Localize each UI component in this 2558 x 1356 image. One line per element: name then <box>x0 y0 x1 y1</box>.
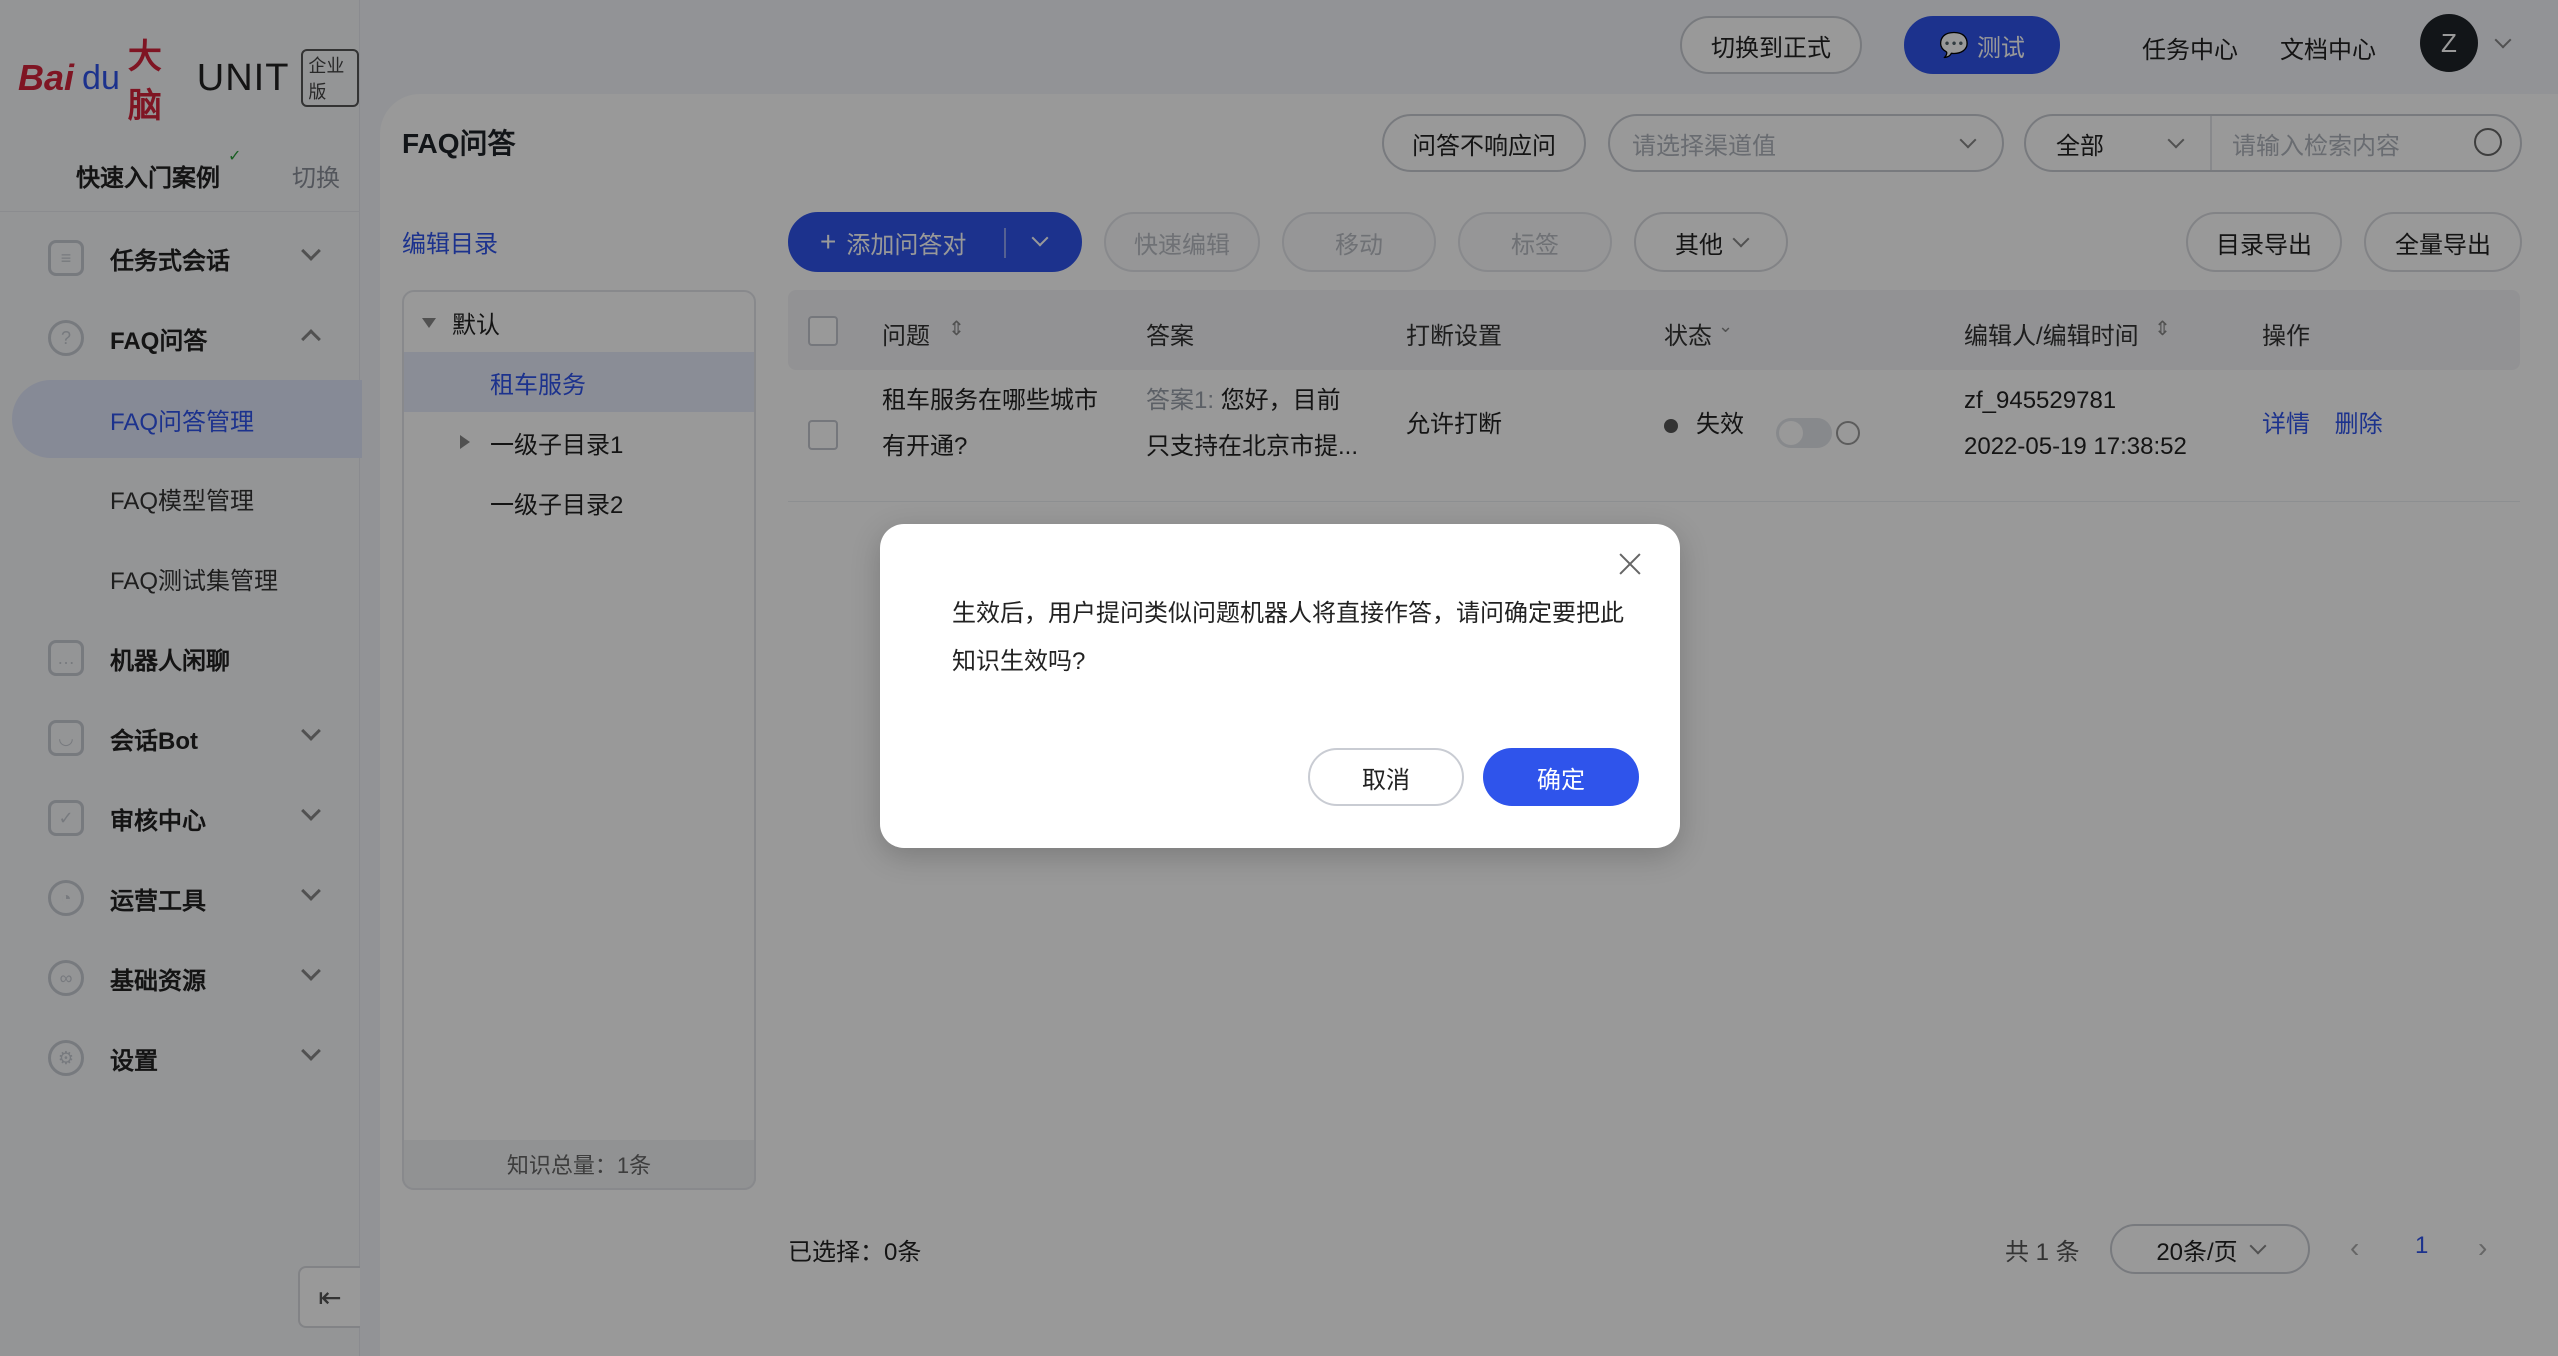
confirm-button[interactable]: 确定 <box>1483 748 1639 806</box>
cancel-button[interactable]: 取消 <box>1308 748 1464 806</box>
confirm-dialog: 生效后，用户提问类似问题机器人将直接作答，请问确定要把此知识生效吗? 取消 确定 <box>880 524 1680 848</box>
dialog-message: 生效后，用户提问类似问题机器人将直接作答，请问确定要把此知识生效吗? <box>952 600 1624 675</box>
close-icon[interactable] <box>1616 550 1644 578</box>
